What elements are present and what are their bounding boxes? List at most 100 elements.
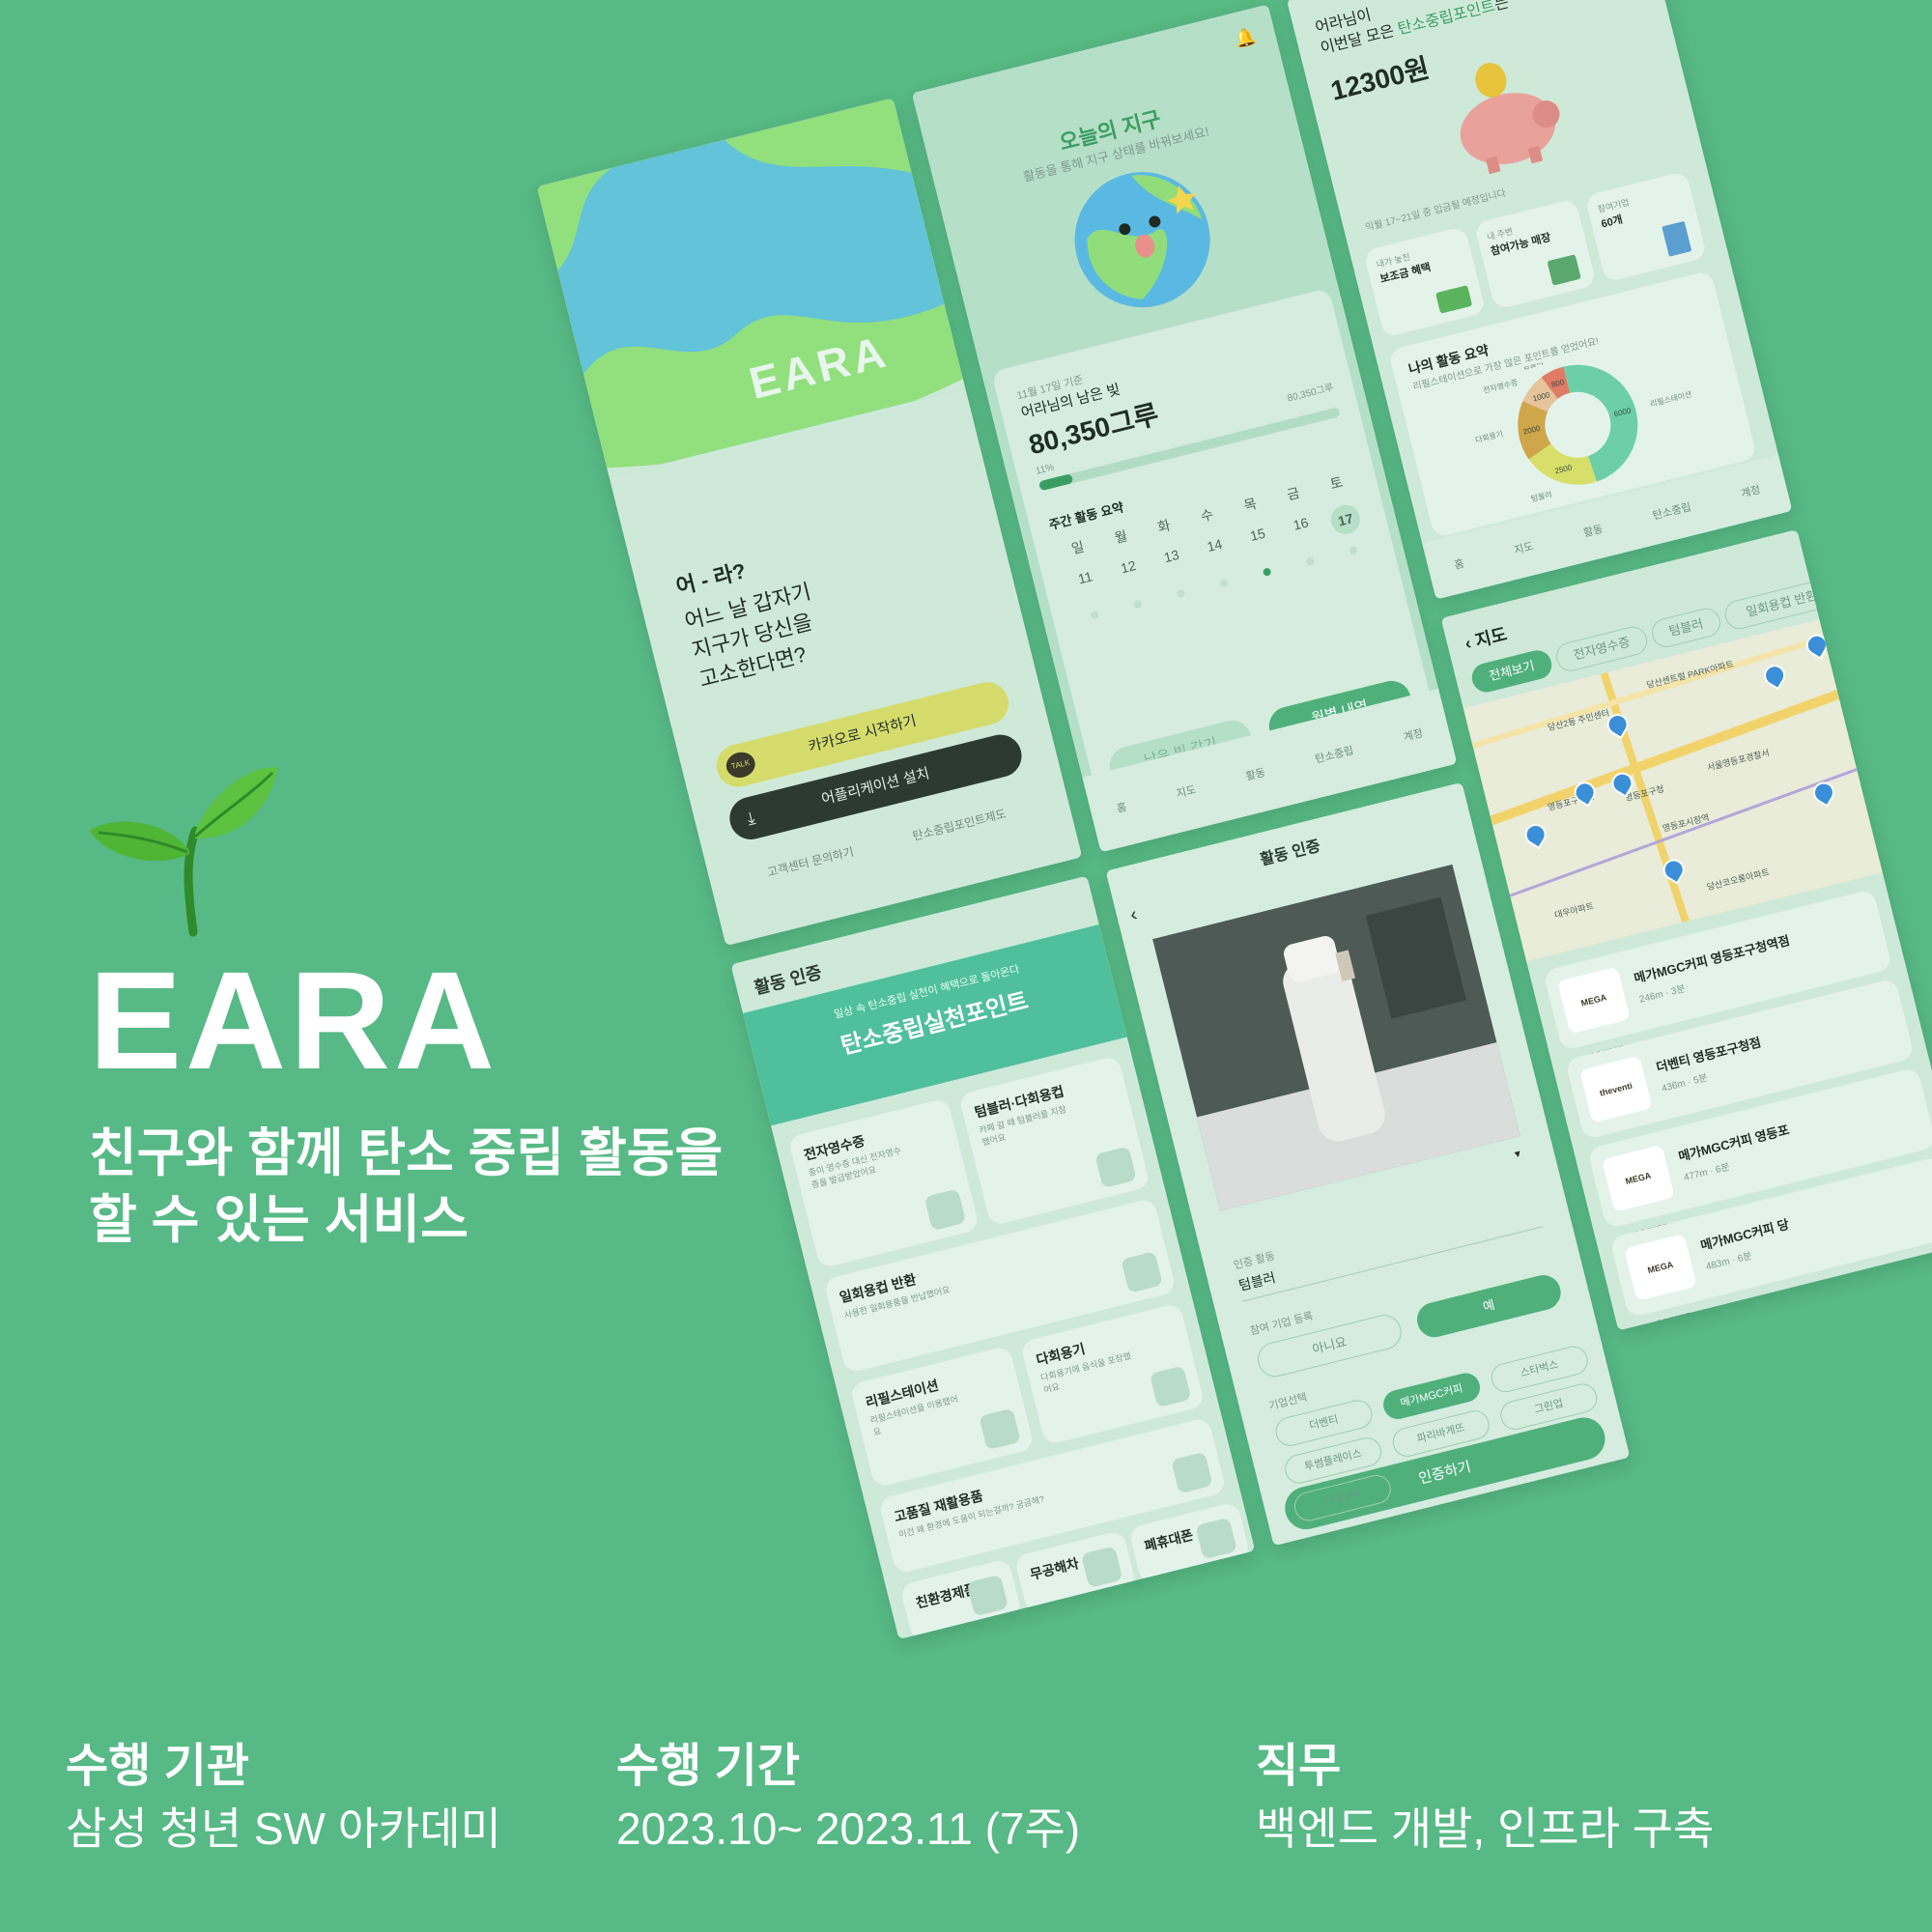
hero-title: EARA [89, 943, 499, 1098]
info-label: 수행 기관 [66, 1741, 249, 1792]
phone-collage: EARA 어 - 라? 어느 날 갑자기 지구가 당신을 고소한다면? TALK… [483, 0, 1932, 1640]
select-label: 기업선택 [1267, 1391, 1309, 1413]
info-value: 백엔드 개발, 인프라 구축 [1256, 1803, 1715, 1854]
store-logo: MEGA COFFEE [1624, 1234, 1697, 1329]
store-logo: theventi [1579, 1055, 1653, 1123]
sprout-icon [89, 767, 277, 937]
nav-map[interactable]: 지도 [1513, 538, 1536, 557]
info-period: 수행 기간 2023.10~ 2023.11 (7주) [616, 1739, 1080, 1858]
weekday-label: 목 [1242, 495, 1259, 514]
activity-dot [1219, 578, 1229, 588]
activity-card[interactable]: 텀블러·다회용컵 카페 갈 때 텀블러를 지참했어요 [958, 1055, 1151, 1227]
activity-card-title: 폐휴대폰 [1142, 1526, 1195, 1554]
points-amount: 12300원 [1327, 52, 1433, 106]
download-icon: ⤓ [745, 808, 757, 829]
partner-card[interactable]: 참여기업 60개 [1584, 170, 1708, 283]
nav-home[interactable]: 홈 [1453, 555, 1466, 573]
activity-card[interactable]: 전자영수증 종이 영수증 대신 전자영수증을 발급받았어요 [787, 1097, 980, 1269]
store-name: 메가MGC커피 영등포구청역점 [1632, 932, 1792, 986]
date-cell[interactable]: 14 [1199, 534, 1231, 556]
install-app-label: 어플리케이션 설치 [819, 765, 931, 809]
yes-button[interactable]: 예 [1413, 1271, 1565, 1341]
weekday-label: 금 [1285, 484, 1302, 503]
hero-subtitle-line2: 할 수 있는 서비스 [89, 1191, 469, 1250]
money-icon [1435, 285, 1473, 314]
building-icon [1662, 220, 1692, 257]
weekday-label: 월 [1113, 527, 1129, 546]
nav-activity[interactable]: 활동 [1244, 764, 1267, 783]
bell-icon[interactable]: 🔔 [1233, 26, 1259, 51]
activity-card[interactable]: 무공해차 [1013, 1529, 1137, 1614]
store-name: 메가MGC커피 영등포 [1676, 1122, 1791, 1164]
date-cell[interactable]: 11 [1069, 566, 1101, 588]
weekday-label: 화 [1155, 517, 1173, 535]
activity-illustration-icon [979, 1407, 1021, 1451]
activity-dot [1349, 546, 1358, 555]
donut-category-label: 다회용기 [1474, 430, 1504, 445]
date-cell[interactable]: 16 [1285, 513, 1317, 535]
support-link[interactable]: 고객센터 문의하기 [765, 843, 855, 881]
nav-map[interactable]: 지도 [1175, 781, 1198, 801]
info-label: 수행 기간 [616, 1741, 800, 1792]
store-logo: MEGA COFFEE [1602, 1144, 1675, 1239]
debt-progress-fill [1037, 473, 1074, 492]
date-cell[interactable]: 17 [1327, 501, 1364, 538]
activity-illustration-icon [1171, 1451, 1213, 1494]
nav-carbon[interactable]: 탄소중립 [1314, 742, 1355, 766]
activity-illustration-icon [923, 1188, 967, 1232]
info-label: 직무 [1256, 1741, 1342, 1792]
activity-dot [1176, 588, 1186, 599]
date-cell[interactable]: 12 [1113, 555, 1145, 578]
activity-illustration-icon [1195, 1517, 1237, 1560]
map-header: ‹ 지도 [1462, 620, 1509, 655]
back-icon[interactable]: ‹ [1128, 904, 1140, 927]
weekday-label: 토 [1328, 473, 1345, 493]
map-filter-chip[interactable]: 텀블러 [1648, 605, 1724, 651]
activity-card[interactable]: 폐휴대폰 [1127, 1501, 1251, 1585]
store-logo: MEGA COFFEE [1557, 966, 1631, 1062]
progress-label: 11% [1035, 462, 1056, 477]
nav-account[interactable]: 계정 [1739, 481, 1762, 500]
nearby-store-card[interactable]: 내 주변 참여가능 매장 [1473, 198, 1597, 310]
info-organization: 수행 기관 삼성 청년 SW 아카데미 [66, 1739, 501, 1858]
subsidy-card[interactable]: 내가 놓친 보조금 혜택 [1363, 226, 1487, 338]
nav-carbon[interactable]: 탄소중립 [1651, 498, 1692, 523]
dropdown-arrow-icon[interactable]: ▾ [1513, 1147, 1521, 1161]
donut-category-label: 리필스테이션 [1649, 389, 1692, 409]
activity-card[interactable]: 친환경제품 [899, 1558, 1023, 1640]
nav-account[interactable]: 계정 [1402, 724, 1425, 744]
map-filter-chip[interactable]: 일회용컵 반환 [1721, 576, 1842, 633]
activity-illustration-icon [1121, 1251, 1163, 1293]
hero-subtitle: 친구와 함께 탄소 중립 활동을 할 수 있는 서비스 [89, 1121, 784, 1254]
activity-title: 활동 인증 [752, 962, 824, 998]
nav-activity[interactable]: 활동 [1581, 521, 1605, 540]
piggy-bank-icon [1460, 63, 1560, 175]
date-cell[interactable]: 15 [1241, 524, 1273, 546]
donut-category-label: 전자영수증 [1482, 377, 1519, 395]
activity-illustration-icon [1080, 1546, 1123, 1588]
weekday-label: 수 [1199, 506, 1215, 525]
info-value: 삼성 청년 SW 아카데미 [66, 1803, 501, 1854]
nav-home[interactable]: 홈 [1115, 799, 1128, 816]
earth-character-icon [1074, 172, 1210, 308]
activity-card-title: 무공해차 [1028, 1555, 1081, 1583]
donut-category-label: 텀블러 [1530, 489, 1553, 503]
map-title: 지도 [1473, 624, 1509, 651]
activity-dot [1132, 599, 1143, 610]
activity-illustration-icon [966, 1574, 1009, 1617]
policy-link[interactable]: 탄소중립포인트제도 [911, 805, 1009, 844]
activity-illustration-icon [1149, 1365, 1192, 1408]
hero-subtitle-line1: 친구와 함께 탄소 중립 활동을 [89, 1124, 724, 1182]
date-cell[interactable]: 13 [1155, 545, 1187, 567]
kakao-login-label: 카카오로 시작하기 [807, 712, 919, 756]
tumbler-photo[interactable] [1152, 864, 1520, 1211]
info-value: 2023.10~ 2023.11 (7주) [616, 1803, 1081, 1854]
activity-dot [1090, 610, 1099, 620]
debt-total: 80,350그루 [1286, 382, 1335, 405]
activity-illustration-icon [1094, 1146, 1137, 1189]
store-name: 더벤티 영등포구청점 [1654, 1035, 1763, 1075]
info-role: 직무 백엔드 개발, 인프라 구축 [1256, 1739, 1714, 1858]
kakao-talk-icon: TALK [724, 749, 758, 781]
activity-dot [1262, 567, 1272, 577]
activity-dot [1305, 556, 1316, 566]
